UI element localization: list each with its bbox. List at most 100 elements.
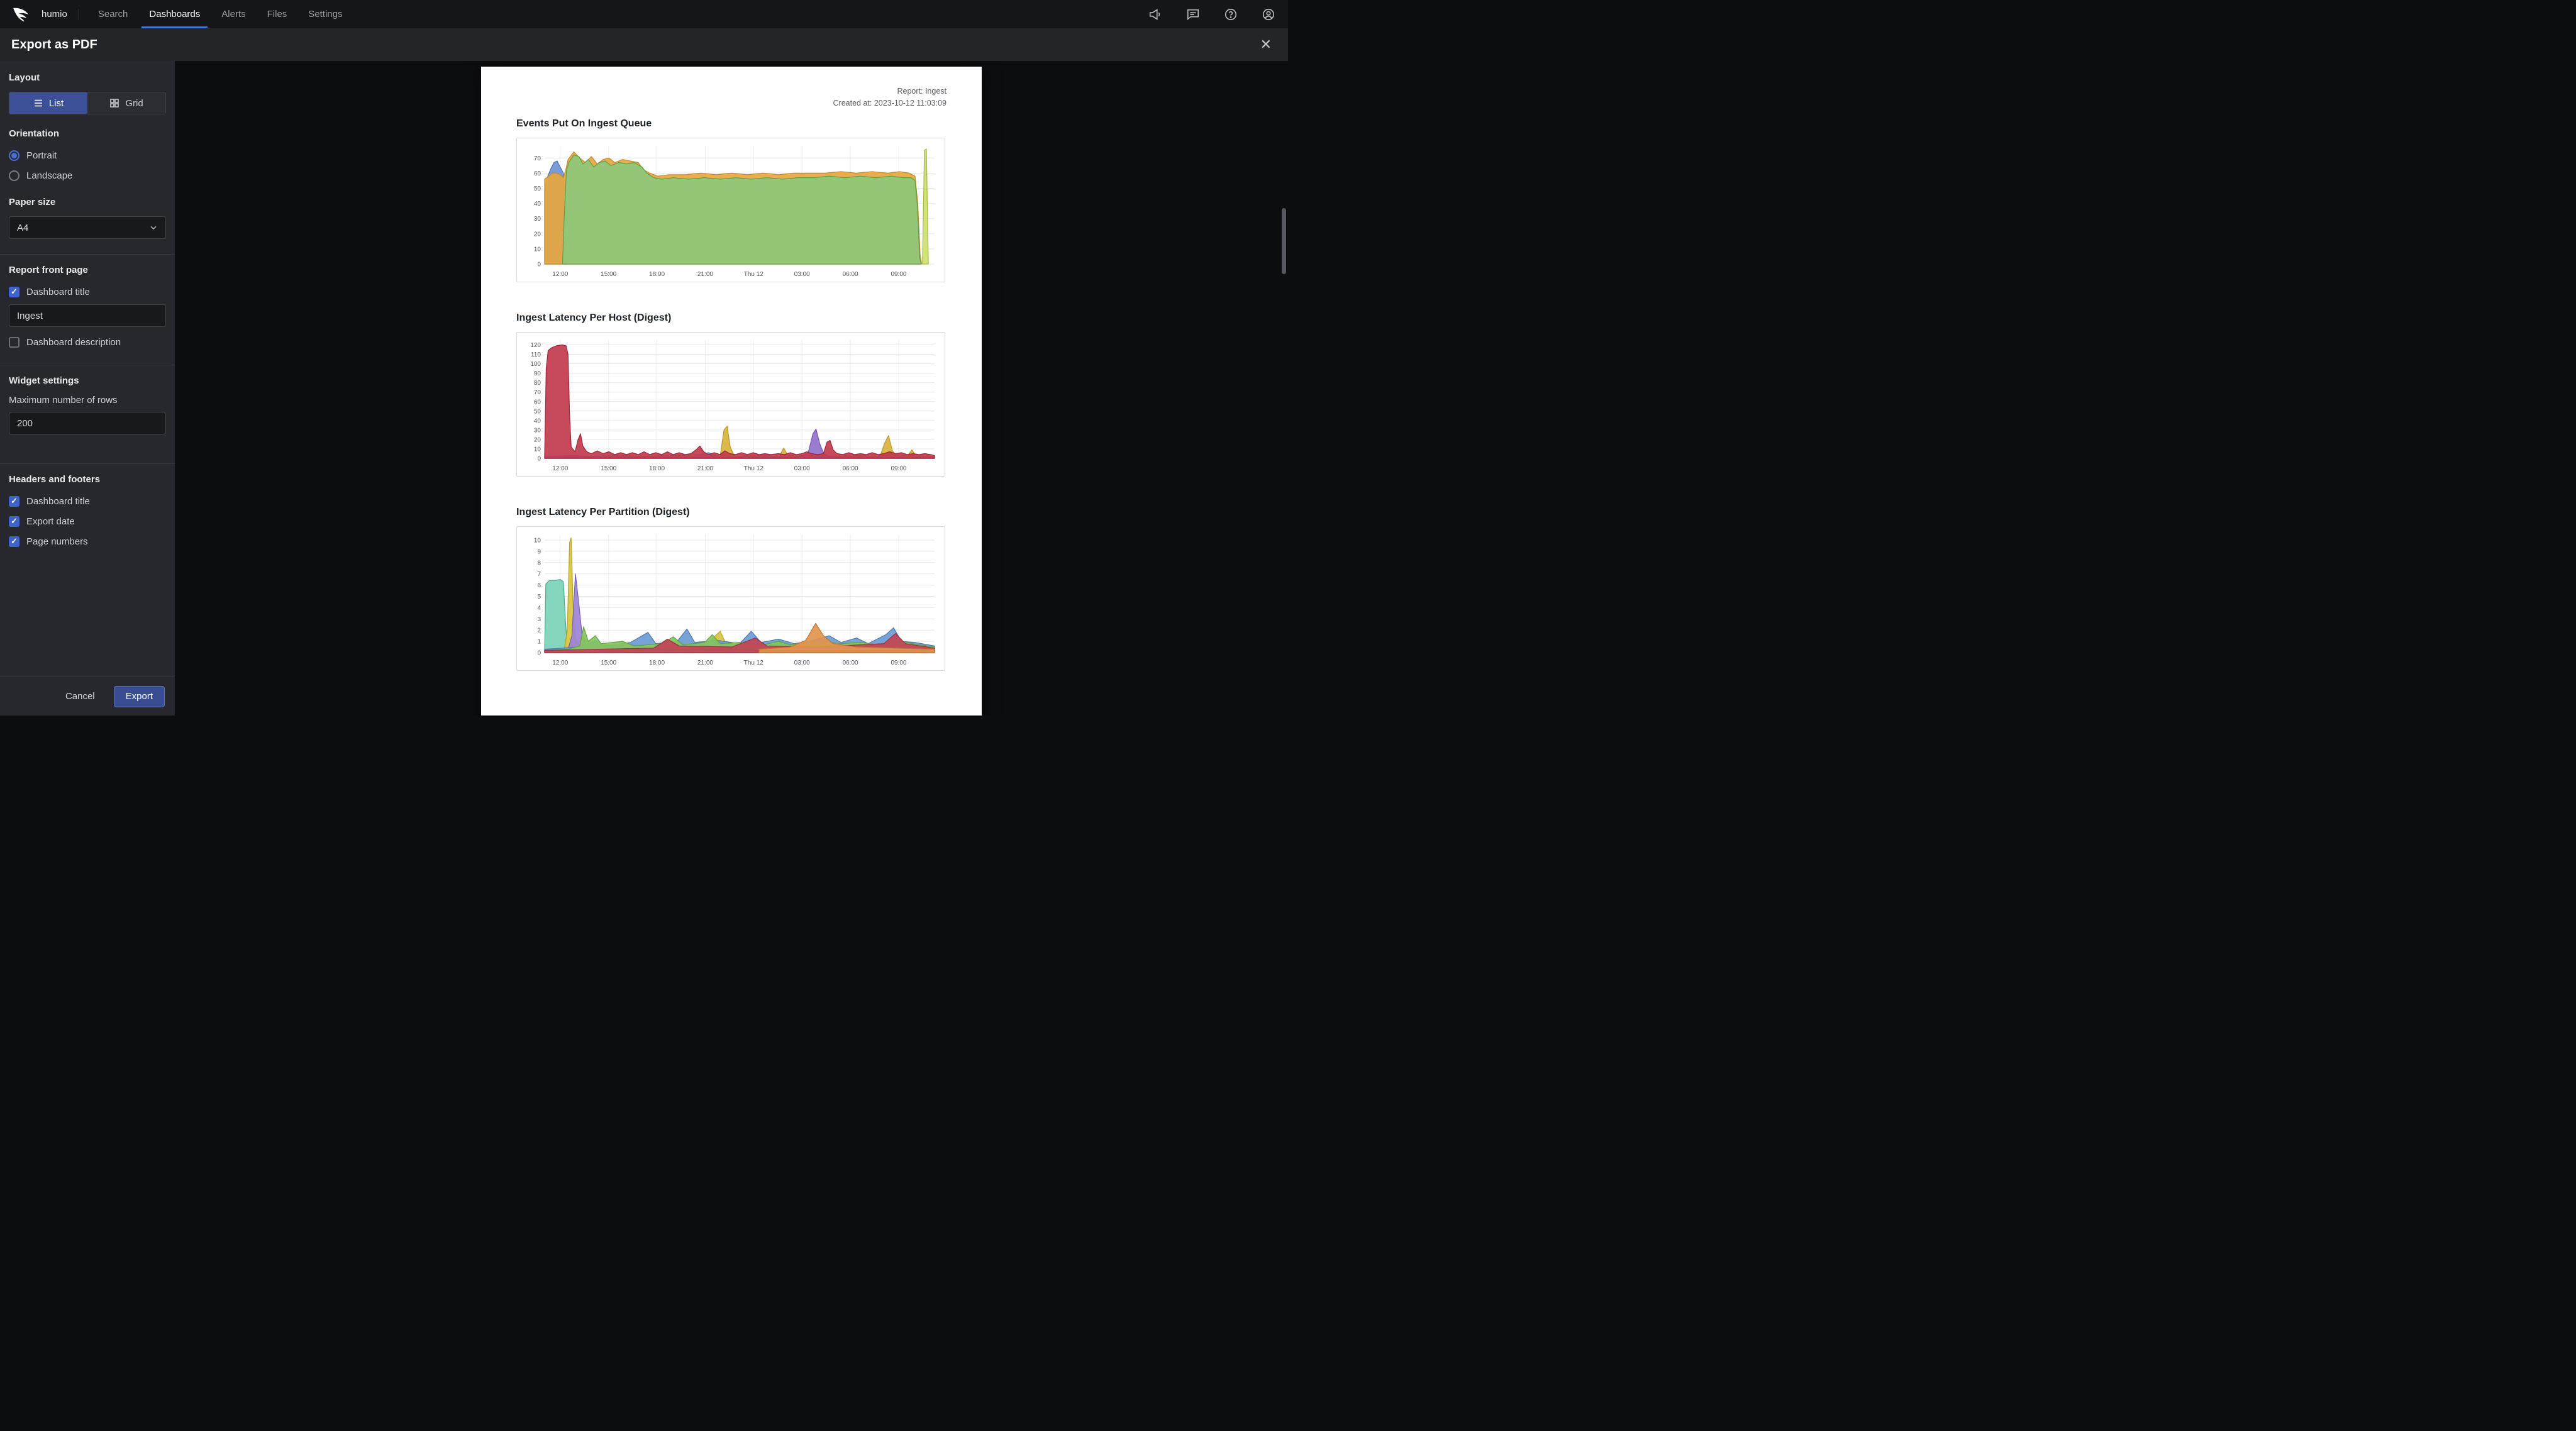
svg-text:6: 6	[537, 582, 541, 589]
max-rows-input[interactable]	[9, 412, 166, 434]
paper-size-select[interactable]: A4	[9, 216, 166, 239]
checkbox-page-numbers-label: Page numbers	[26, 536, 88, 547]
nav-item-files[interactable]: Files	[260, 0, 295, 28]
svg-text:100: 100	[530, 361, 541, 368]
radio-portrait-label: Portrait	[26, 150, 57, 161]
nav-item-dashboards[interactable]: Dashboards	[142, 0, 208, 28]
radio-icon	[9, 170, 19, 181]
svg-text:20: 20	[534, 231, 541, 238]
layout-list-button[interactable]: List	[9, 92, 87, 114]
radio-portrait[interactable]: Portrait	[9, 148, 166, 163]
svg-text:Thu 12: Thu 12	[744, 660, 764, 666]
feedback-button[interactable]	[1185, 6, 1201, 23]
checkbox-hf-dashboard-title-label: Dashboard title	[26, 495, 90, 507]
checkbox-dashboard-description[interactable]: Dashboard description	[9, 334, 166, 350]
preview-backdrop: Report: Ingest Created at: 2023-10-12 11…	[175, 61, 1288, 716]
chart-title-latency-partition: Ingest Latency Per Partition (Digest)	[516, 506, 690, 517]
checkbox-hf-dashboard-title[interactable]: Dashboard title	[9, 494, 166, 509]
layout-list-label: List	[48, 97, 64, 109]
svg-text:18:00: 18:00	[649, 660, 665, 666]
svg-text:12:00: 12:00	[552, 271, 568, 278]
max-rows-label: Maximum number of rows	[9, 395, 118, 406]
svg-text:20: 20	[534, 436, 541, 443]
svg-text:06:00: 06:00	[843, 271, 858, 278]
paper-size-heading: Paper size	[9, 197, 56, 207]
svg-text:21:00: 21:00	[697, 271, 713, 278]
scrollbar-thumb[interactable]	[1282, 208, 1286, 274]
export-button[interactable]: Export	[113, 685, 165, 707]
svg-text:03:00: 03:00	[794, 660, 810, 666]
svg-text:30: 30	[534, 427, 541, 434]
svg-text:120: 120	[530, 342, 541, 349]
account-button[interactable]	[1260, 6, 1277, 23]
nav-actions	[1147, 6, 1277, 23]
svg-text:0: 0	[537, 649, 541, 656]
svg-text:40: 40	[534, 417, 541, 424]
svg-text:40: 40	[534, 201, 541, 207]
svg-text:0: 0	[537, 261, 541, 268]
checkbox-icon	[9, 336, 19, 348]
svg-text:Thu 12: Thu 12	[744, 465, 764, 472]
checkbox-export-date[interactable]: Export date	[9, 514, 166, 529]
svg-text:2: 2	[537, 627, 541, 634]
report-meta: Report: Ingest Created at: 2023-10-12 11…	[516, 86, 947, 109]
checkbox-page-numbers[interactable]: Page numbers	[9, 534, 166, 549]
svg-text:9: 9	[537, 548, 541, 555]
svg-text:60: 60	[534, 399, 541, 406]
modal-title: Export as PDF	[11, 37, 97, 52]
close-button[interactable]: ✕	[1255, 35, 1277, 54]
svg-text:1: 1	[537, 638, 541, 645]
layout-grid-button[interactable]: Grid	[87, 92, 165, 114]
section-divider	[0, 463, 175, 464]
announcements-button[interactable]	[1147, 6, 1163, 23]
section-divider	[0, 254, 175, 255]
svg-text:18:00: 18:00	[649, 465, 665, 472]
nav-item-settings[interactable]: Settings	[301, 0, 350, 28]
svg-text:06:00: 06:00	[843, 465, 858, 472]
chart-events-put-on-ingest-queue: 12:00 15:00 18:00 21:00 Thu 12 03:00 06:00 09:0…	[516, 137, 945, 282]
radio-landscape[interactable]: Landscape	[9, 168, 166, 183]
svg-text:15:00: 15:00	[601, 465, 616, 472]
svg-text:03:00: 03:00	[794, 465, 810, 472]
help-button[interactable]	[1223, 6, 1239, 23]
export-settings-panel: Layout List Grid Orientation Portrait La…	[0, 61, 175, 716]
pdf-preview-page: Report: Ingest Created at: 2023-10-12 11…	[481, 67, 982, 716]
radio-icon	[9, 150, 19, 161]
checkbox-icon	[9, 516, 19, 527]
headers-footers-heading: Headers and footers	[9, 474, 101, 485]
svg-text:Thu 12: Thu 12	[744, 271, 764, 278]
checkbox-dashboard-title[interactable]: Dashboard title	[9, 284, 166, 299]
nav-item-alerts[interactable]: Alerts	[214, 0, 253, 28]
layout-toggle: List Grid	[9, 92, 166, 114]
svg-text:4: 4	[537, 604, 541, 611]
dashboard-title-input[interactable]	[9, 304, 166, 327]
svg-text:09:00: 09:00	[891, 465, 906, 472]
svg-text:70: 70	[534, 389, 541, 396]
svg-text:12:00: 12:00	[552, 465, 568, 472]
layout-heading: Layout	[9, 72, 40, 83]
svg-text:03:00: 03:00	[794, 271, 810, 278]
svg-text:09:00: 09:00	[891, 660, 906, 666]
help-icon	[1224, 8, 1237, 20]
brand-name: humio	[42, 9, 67, 19]
svg-text:70: 70	[534, 155, 541, 162]
nav-item-search[interactable]: Search	[91, 0, 136, 28]
svg-text:15:00: 15:00	[601, 271, 616, 278]
svg-text:10: 10	[534, 446, 541, 453]
checkbox-dashboard-title-label: Dashboard title	[26, 286, 90, 297]
report-label: Report: Ingest	[897, 87, 947, 96]
chat-icon	[1187, 9, 1199, 20]
cancel-button[interactable]: Cancel	[62, 690, 99, 702]
orientation-heading: Orientation	[9, 128, 60, 139]
front-page-heading: Report front page	[9, 265, 88, 275]
checkbox-export-date-label: Export date	[26, 516, 75, 527]
svg-text:10: 10	[534, 246, 541, 253]
svg-text:8: 8	[537, 560, 541, 566]
chart-title-latency-host: Ingest Latency Per Host (Digest)	[516, 312, 672, 323]
avatar-icon	[1262, 8, 1275, 20]
svg-text:21:00: 21:00	[697, 465, 713, 472]
chart-title-ingest-queue: Events Put On Ingest Queue	[516, 118, 652, 129]
svg-text:5: 5	[537, 593, 541, 600]
svg-text:15:00: 15:00	[601, 660, 616, 666]
widget-settings-heading: Widget settings	[9, 375, 79, 386]
